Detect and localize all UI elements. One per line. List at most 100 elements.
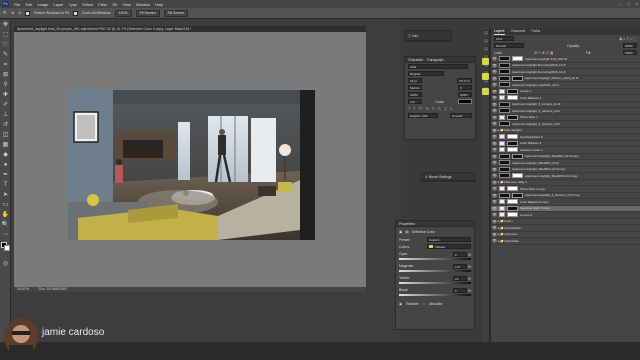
layer-mask-thumbnail[interactable]	[512, 56, 523, 62]
layer-filter-select[interactable]: Kind	[494, 36, 514, 41]
layer-thumbnail[interactable]	[499, 108, 510, 114]
cyan-value[interactable]: 0	[452, 251, 467, 257]
layer-thumbnail[interactable]	[499, 82, 510, 88]
gradient-tool-icon[interactable]: ▦	[1, 141, 10, 150]
lasso-tool-icon[interactable]: ➰	[1, 41, 10, 50]
visibility-eye-icon[interactable]: 👁	[491, 232, 498, 237]
vertical-scale-field[interactable]: 100%	[408, 92, 422, 97]
visibility-eye-icon[interactable]: 👁	[491, 141, 498, 146]
magenta-value[interactable]: +13	[452, 263, 467, 269]
adjustment-thumbnail[interactable]	[499, 95, 505, 101]
resize-windows-checkbox[interactable]	[25, 10, 31, 16]
layer-mask-thumbnail[interactable]	[507, 147, 518, 153]
color-swatches[interactable]	[1, 242, 10, 258]
tab-layers[interactable]: Layers	[494, 28, 505, 35]
small-caps-icon[interactable]: Tt	[426, 107, 429, 111]
adjustment-thumbnail[interactable]	[499, 186, 505, 192]
layer-mask-thumbnail[interactable]	[507, 186, 518, 192]
visibility-eye-icon[interactable]: 👁	[491, 160, 498, 165]
visibility-eye-icon[interactable]: 👁	[491, 180, 498, 185]
pen-tool-icon[interactable]: ✒	[1, 171, 10, 180]
layer-thumbnail[interactable]	[499, 62, 510, 68]
quick-select-tool-icon[interactable]: ✎	[1, 51, 10, 60]
history-brush-icon[interactable]: ↺	[1, 121, 10, 130]
shape-tool-icon[interactable]: ▭	[1, 201, 10, 210]
visibility-eye-icon[interactable]: 👁	[491, 173, 498, 178]
adjustment-thumbnail[interactable]	[499, 212, 505, 218]
info-panel[interactable]: ⓘ Info	[404, 30, 452, 42]
layer-thumbnail[interactable]	[499, 173, 510, 179]
close-icon[interactable]: ×	[636, 0, 638, 8]
layer-thumbnail[interactable]	[499, 75, 510, 81]
blend-mode-select[interactable]: Normal	[494, 43, 524, 48]
preset-select[interactable]: Custom	[427, 237, 471, 242]
adjustment-thumbnail[interactable]	[499, 147, 505, 153]
layer-thumbnail[interactable]	[499, 56, 510, 62]
superscript-icon[interactable]: T¹	[432, 107, 435, 111]
underline-icon[interactable]: T̲	[444, 107, 446, 111]
visibility-eye-icon[interactable]: 👁	[491, 82, 498, 87]
layer-row[interactable]: 👁 ▸ 📁 Light Matte	[491, 238, 640, 245]
tab-paths[interactable]: Paths	[531, 28, 540, 35]
adjustment-thumbnail[interactable]	[499, 114, 505, 120]
zoom-out-icon[interactable]: ⊖	[18, 11, 21, 15]
layer-mask-thumbnail[interactable]	[512, 192, 523, 198]
menu-image[interactable]: Image	[37, 2, 48, 7]
menu-layer[interactable]: Layer	[53, 2, 63, 7]
maximize-icon[interactable]: □	[627, 0, 629, 8]
relative-radio[interactable]: ◉	[399, 302, 402, 306]
visibility-eye-icon[interactable]: 👁	[491, 199, 498, 204]
layer-mask-thumbnail[interactable]	[507, 140, 518, 146]
tab-character[interactable]: Character	[408, 58, 423, 62]
type-tool-icon[interactable]: T	[1, 181, 10, 190]
hand-tool-icon[interactable]: ✋	[1, 211, 10, 220]
leading-field[interactable]: 30.17 pt	[457, 78, 472, 83]
layer-thumbnail[interactable]	[499, 69, 510, 75]
zoom-tool-side-icon[interactable]: 🔍	[1, 221, 10, 230]
visibility-eye-icon[interactable]: 👁	[491, 102, 498, 107]
quick-mask-icon[interactable]: ◎	[1, 260, 10, 269]
layer-mask-thumbnail[interactable]	[507, 199, 518, 205]
document-image[interactable]	[68, 90, 315, 240]
menu-filter[interactable]: Filter	[98, 2, 107, 7]
menu-file[interactable]: File	[14, 2, 20, 7]
history-panel-icon[interactable]	[483, 30, 489, 36]
cyan-slider[interactable]	[399, 258, 471, 260]
visibility-eye-icon[interactable]: 👁	[491, 56, 498, 61]
zoom-level[interactable]: 16.67%	[17, 287, 29, 291]
visibility-eye-icon[interactable]: 👁	[491, 225, 498, 230]
layer-thumbnail[interactable]	[499, 101, 510, 107]
visibility-eye-icon[interactable]: 👁	[491, 69, 498, 74]
eyedropper-tool-icon[interactable]: ⚲	[1, 81, 10, 90]
yellow-value[interactable]: +6	[452, 275, 467, 281]
black-value[interactable]: 0	[452, 287, 467, 293]
text-color-swatch[interactable]	[458, 99, 472, 104]
fill-screen-button[interactable]: Fill Screen	[163, 9, 189, 17]
visibility-eye-icon[interactable]: 👁	[491, 193, 498, 198]
tab-channels[interactable]: Channels	[511, 28, 526, 35]
layer-thumbnail[interactable]	[499, 192, 510, 198]
visibility-eye-icon[interactable]: 👁	[491, 219, 498, 224]
visibility-eye-icon[interactable]: 👁	[491, 238, 498, 243]
menu-help[interactable]: Help	[155, 2, 163, 7]
mask-icon[interactable]: ▤	[405, 230, 408, 234]
absolute-radio[interactable]: ○	[423, 302, 425, 306]
visibility-eye-icon[interactable]: 👁	[491, 63, 498, 68]
visibility-eye-icon[interactable]: 👁	[491, 167, 498, 172]
path-select-tool-icon[interactable]: ➤	[1, 191, 10, 200]
menu-select[interactable]: Select	[82, 2, 93, 7]
visibility-eye-icon[interactable]: 👁	[491, 206, 498, 211]
adjustment-thumbnail[interactable]	[499, 199, 505, 205]
visibility-eye-icon[interactable]: 👁	[491, 147, 498, 152]
menu-window[interactable]: Window	[136, 2, 150, 7]
zoom-tool-icon[interactable]: 🔍	[3, 11, 7, 15]
visibility-eye-icon[interactable]: 👁	[491, 115, 498, 120]
minimize-icon[interactable]: –	[619, 0, 621, 8]
horizontal-scale-field[interactable]: 100%	[458, 92, 472, 97]
visibility-eye-icon[interactable]: 👁	[491, 154, 498, 159]
zoom-100-button[interactable]: 100%	[114, 9, 132, 17]
layer-mask-thumbnail[interactable]	[512, 75, 523, 81]
frame-tool-icon[interactable]: ⊠	[1, 71, 10, 80]
dodge-tool-icon[interactable]: ●	[1, 161, 10, 170]
layer-mask-thumbnail[interactable]	[507, 95, 518, 101]
